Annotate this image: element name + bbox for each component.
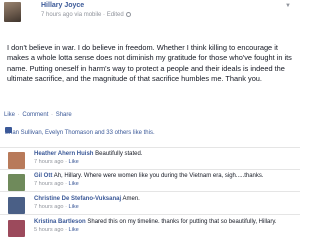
comment-body: Kristina Bartleson Shared this on my tim… <box>34 218 296 234</box>
comment: Gil Ott Ah, Hillary. Where were women li… <box>0 172 300 192</box>
post-header: Hillary Joyce 7 hours ago via mobile · E… <box>0 0 300 22</box>
likes-summary[interactable]: Brian Sullivan, Evelyn Thomason and 33 o… <box>5 130 155 136</box>
post-text: I don't believe in war. I do believe in … <box>7 43 292 84</box>
comment-text: Shared this on my timeline. thanks for p… <box>87 219 277 225</box>
commenter-avatar[interactable] <box>8 197 25 214</box>
post-actions: Like · Comment · Share <box>4 112 72 118</box>
comment-link[interactable]: Comment <box>22 112 48 118</box>
post-timestamp[interactable]: 7 hours ago via mobile · Edited <box>41 12 124 18</box>
post-meta: 7 hours ago via mobile · Edited <box>41 12 131 18</box>
separator: · <box>51 112 54 118</box>
comment-like-link[interactable]: Like <box>69 227 79 233</box>
comment-meta: 5 hours ago · Like <box>34 227 79 234</box>
divider <box>0 169 300 170</box>
comment-meta: 7 hours ago · Like <box>34 204 79 211</box>
comment-meta: 7 hours ago · Like <box>34 181 79 188</box>
comment-text: Amen. <box>122 196 140 202</box>
post-options-chevron-icon[interactable]: ▼ <box>285 3 291 9</box>
comment: Kristina Bartleson Shared this on my tim… <box>0 218 300 248</box>
divider <box>0 147 300 148</box>
comment-time[interactable]: 7 hours ago <box>34 159 64 165</box>
comment-time[interactable]: 7 hours ago <box>34 181 64 187</box>
comment-body: Christine De Stefano-Vuksanaj Amen. 7 ho… <box>34 195 296 211</box>
comment-time[interactable]: 5 hours ago <box>34 227 64 233</box>
comment-author[interactable]: Christine De Stefano-Vuksanaj <box>34 196 121 202</box>
comment-author[interactable]: Heather Ahern Huish <box>34 151 93 157</box>
comment-body: Heather Ahern Huish Beautifully stated. … <box>34 150 296 166</box>
comment-like-link[interactable]: Like <box>69 159 79 165</box>
commenter-avatar[interactable] <box>8 220 25 237</box>
commenter-avatar[interactable] <box>8 152 25 169</box>
comment-time[interactable]: 7 hours ago <box>34 204 64 210</box>
author-avatar[interactable] <box>4 2 21 22</box>
comment-like-link[interactable]: Like <box>69 204 79 210</box>
separator: · <box>17 112 20 118</box>
comment-like-link[interactable]: Like <box>69 181 79 187</box>
comment-text: Ah, Hillary. Where were women like you d… <box>53 173 264 179</box>
comment-text: Beautifully stated. <box>95 151 143 157</box>
privacy-globe-icon <box>125 12 131 17</box>
comment-author[interactable]: Gil Ott <box>34 173 52 179</box>
share-link[interactable]: Share <box>56 112 72 118</box>
comment: Christine De Stefano-Vuksanaj Amen. 7 ho… <box>0 195 300 215</box>
comment: Heather Ahern Huish Beautifully stated. … <box>0 150 300 170</box>
comment-body: Gil Ott Ah, Hillary. Where were women li… <box>34 172 296 188</box>
divider <box>0 191 300 192</box>
post-author[interactable]: Hillary Joyce <box>41 2 84 9</box>
commenter-avatar[interactable] <box>8 174 25 191</box>
like-link[interactable]: Like <box>4 112 15 118</box>
divider <box>0 214 300 215</box>
comment-meta: 7 hours ago · Like <box>34 159 79 166</box>
comment-author[interactable]: Kristina Bartleson <box>34 219 86 225</box>
